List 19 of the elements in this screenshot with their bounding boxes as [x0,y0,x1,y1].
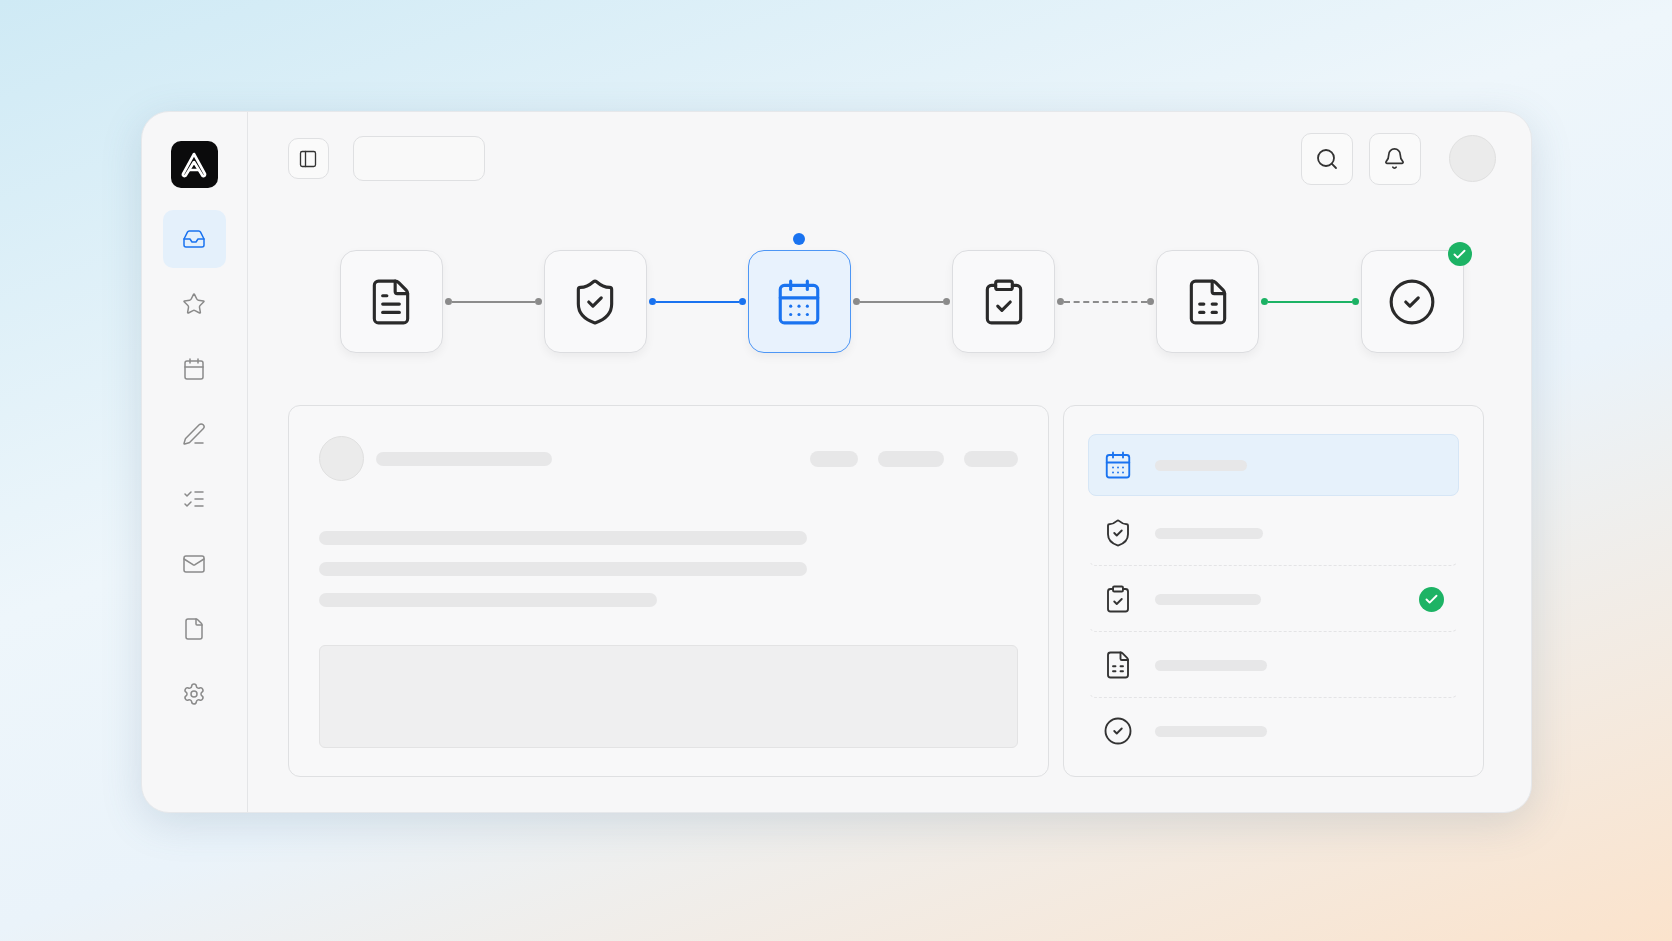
inbox-icon [182,227,206,251]
avatar-placeholder [318,436,364,481]
app-logo[interactable] [170,141,218,188]
calendar-icon [182,357,206,381]
notifications-button[interactable] [1368,132,1421,185]
check-circle-icon [1102,716,1133,746]
sidebar-item[interactable] [162,210,226,268]
search-icon [1314,146,1339,171]
search-button[interactable] [1300,132,1353,185]
sidebar-toggle-button[interactable] [287,138,329,179]
pen-icon [182,422,206,446]
settings-icon [182,682,206,706]
step-node[interactable] [747,250,851,353]
mail-icon [182,552,206,576]
file-icon [182,617,206,641]
bell-icon [1383,147,1406,170]
active-dot [793,233,806,245]
panel-icon [298,148,318,169]
star-icon [182,292,206,316]
